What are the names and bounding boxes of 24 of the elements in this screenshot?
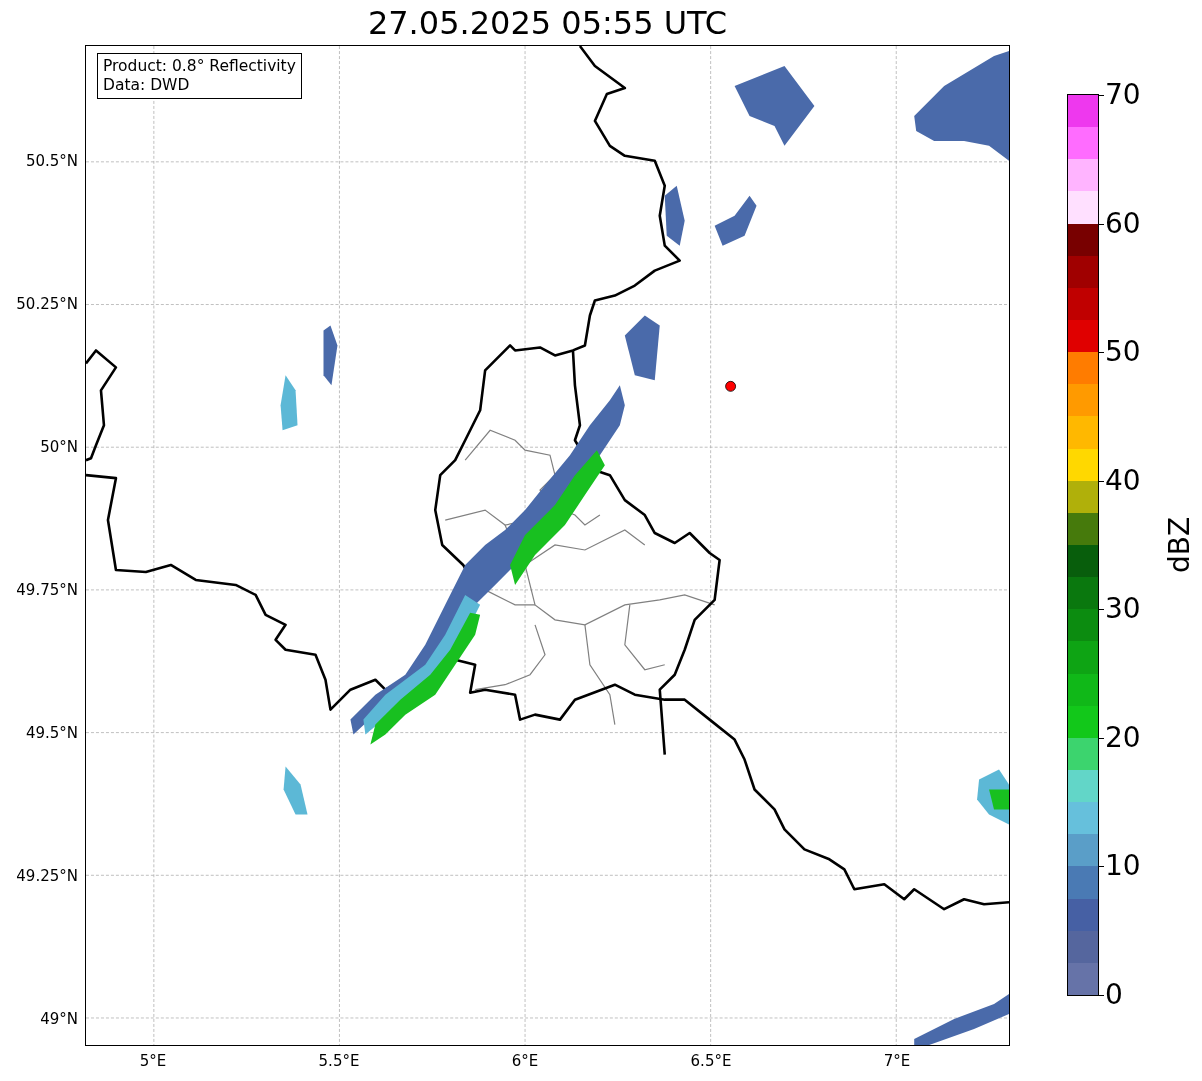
legend-text: Product: 0.8° Reflectivity	[103, 57, 296, 76]
axis-tick-label: 49.5°N	[25, 724, 78, 742]
axis-tick-label: 6.5°E	[690, 1052, 732, 1070]
axis-tick-label: 49.25°N	[16, 867, 78, 885]
legend-text: Data: DWD	[103, 76, 191, 95]
colorbar-tick-label: 0	[1105, 978, 1123, 1012]
axis-tick-label: 7°E	[883, 1052, 911, 1070]
chart-title: 27.05.2025 05:55 UTC	[367, 6, 728, 39]
axis-tick-label: 50.25°N	[16, 295, 78, 313]
colorbar-tick-label: 70	[1105, 78, 1141, 112]
colorbar-tick-label: 30	[1105, 592, 1141, 627]
axis-tick-label: 49°N	[40, 1010, 78, 1028]
colorbar-tick-label: 60	[1105, 206, 1141, 241]
axis-tick-label: 5.5°E	[318, 1052, 360, 1070]
axis-tick-label: 5°E	[139, 1052, 167, 1070]
colorbar-tick-label: 10	[1105, 849, 1141, 884]
axis-tick-label: 49.75°N	[16, 581, 78, 599]
axis-tick-label: 50°N	[40, 438, 78, 456]
colorbar-tick-label: 40	[1105, 463, 1141, 498]
axis-tick-label: 6°E	[511, 1052, 539, 1070]
colorbar-tick-label: 50	[1105, 335, 1141, 370]
colorbar-tick-label: 20	[1105, 720, 1141, 755]
colorbar-label: dBZ	[1163, 515, 1197, 576]
axis-tick-label: 50.5°N	[25, 152, 78, 170]
